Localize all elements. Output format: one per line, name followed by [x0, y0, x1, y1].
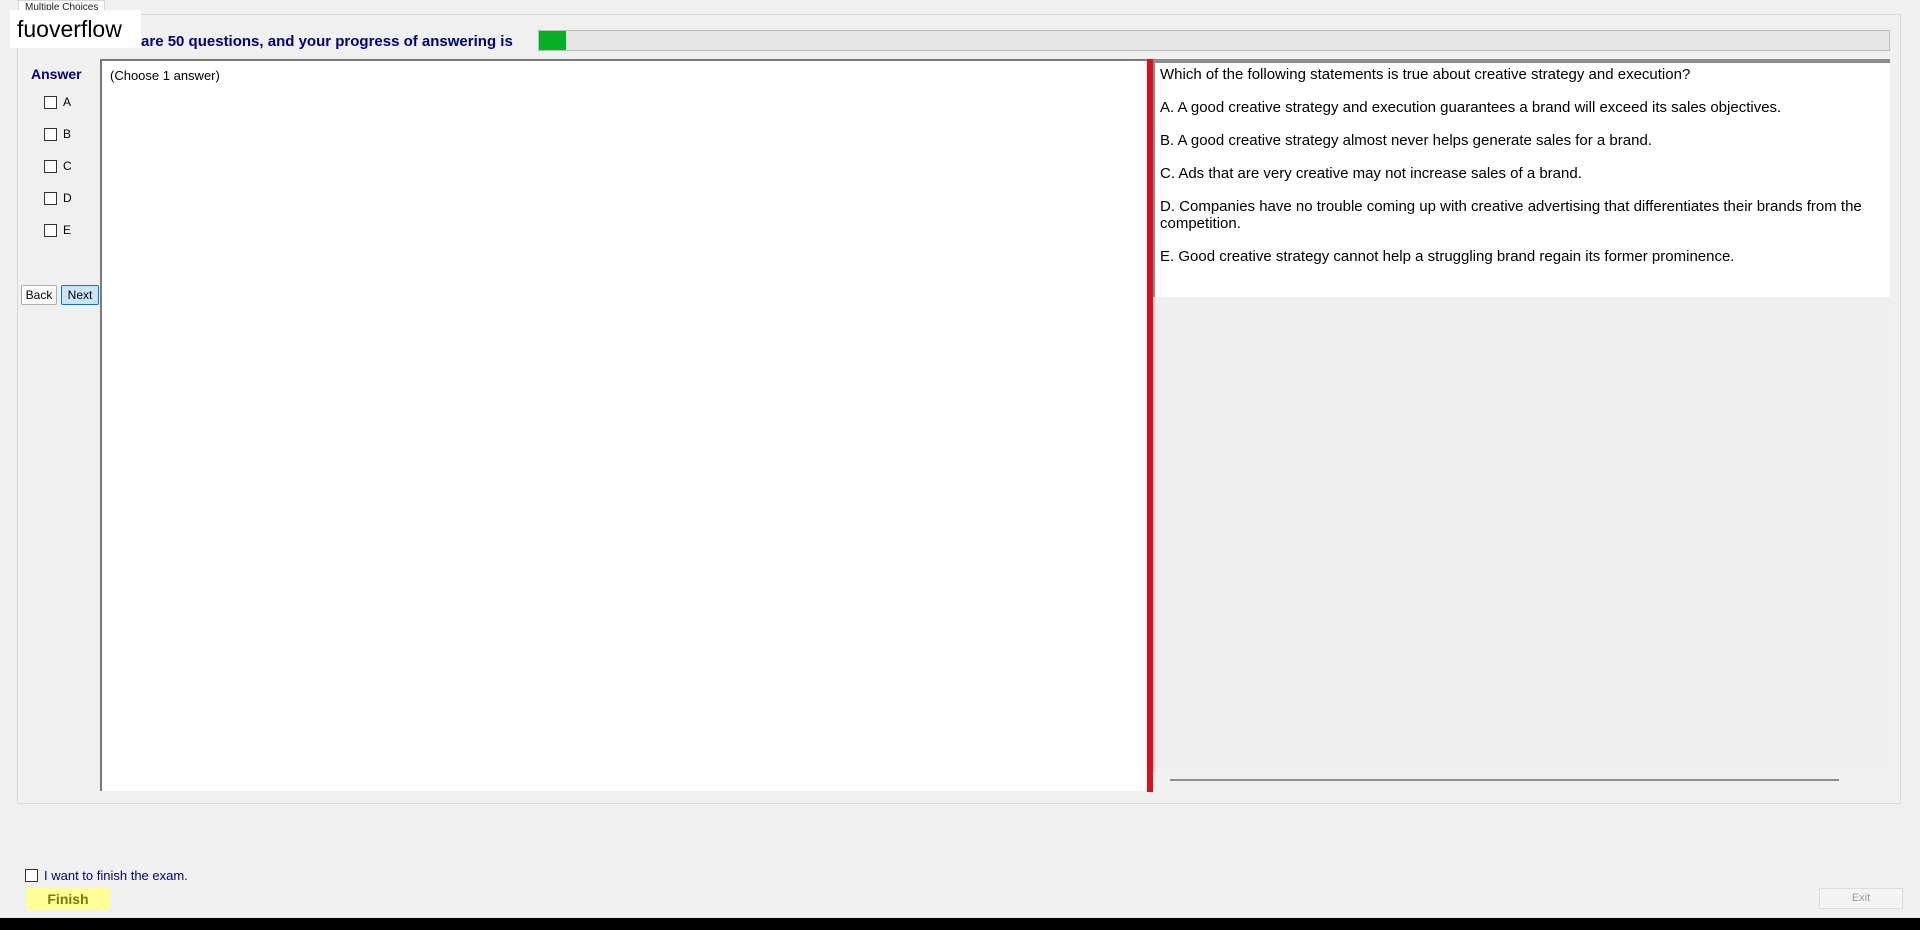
finish-button[interactable]: Finish — [26, 888, 110, 910]
finish-confirm-checkbox[interactable] — [25, 869, 38, 882]
exit-button[interactable]: Exit — [1819, 888, 1903, 909]
answer-panel[interactable]: (Choose 1 answer) — [100, 59, 1148, 791]
next-button[interactable]: Next — [61, 285, 99, 305]
question-option-a: A. A good creative strategy and executio… — [1160, 99, 1782, 116]
progress-fill — [539, 31, 566, 50]
answer-title: Answer — [31, 66, 82, 82]
answer-option-d[interactable]: D — [44, 190, 72, 206]
question-option-d: D. Companies have no trouble coming up w… — [1160, 198, 1862, 232]
watermark: fuoverflow — [10, 10, 141, 48]
option-a-checkbox[interactable] — [44, 95, 57, 109]
option-e-checkbox[interactable] — [44, 223, 57, 237]
finish-confirm-label: I want to finish the exam. — [44, 868, 188, 883]
option-d-checkbox[interactable] — [44, 191, 57, 205]
option-c-checkbox[interactable] — [44, 159, 57, 173]
divider-line — [1170, 779, 1839, 781]
question-option-c: C. Ads that are very creative may not in… — [1160, 165, 1582, 182]
taskbar-strip — [0, 918, 1920, 930]
option-d-label: D — [63, 191, 72, 205]
progress-bar — [538, 30, 1890, 51]
option-e-label: E — [63, 223, 72, 237]
question-panel: Which of the following statements is tru… — [1153, 59, 1890, 297]
answer-option-a[interactable]: A — [44, 94, 71, 110]
question-stem: Which of the following statements is tru… — [1160, 66, 1691, 83]
answer-option-e[interactable]: E — [44, 222, 71, 238]
question-lower-area — [1153, 297, 1890, 772]
option-c-label: C — [63, 159, 72, 173]
question-option-e: E. Good creative strategy cannot help a … — [1160, 248, 1735, 265]
option-b-label: B — [63, 127, 72, 141]
option-b-checkbox[interactable] — [44, 127, 57, 141]
answer-option-c[interactable]: C — [44, 158, 72, 174]
answer-option-b[interactable]: B — [44, 126, 71, 142]
choose-hint: (Choose 1 answer) — [110, 68, 220, 83]
option-a-label: A — [63, 95, 72, 109]
finish-confirm-row[interactable]: I want to finish the exam. — [25, 868, 188, 883]
back-button[interactable]: Back — [21, 285, 57, 305]
progress-label: There are 50 questions, and your progres… — [96, 33, 513, 50]
question-option-b: B. A good creative strategy almost never… — [1160, 132, 1652, 149]
